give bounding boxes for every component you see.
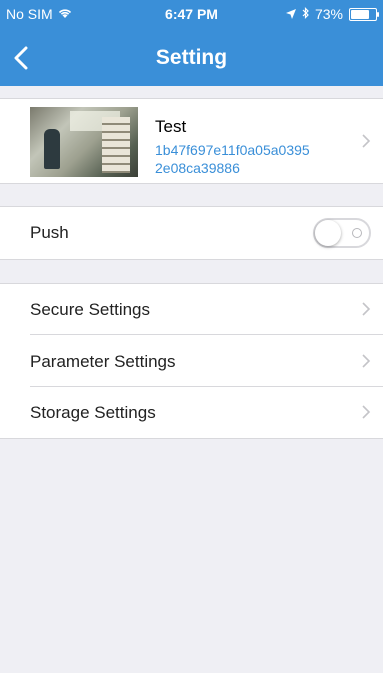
- toggle-off-icon: [352, 228, 362, 238]
- push-toggle[interactable]: [313, 218, 371, 248]
- push-row: Push: [0, 206, 383, 260]
- device-name: Test: [155, 117, 187, 136]
- chevron-right-icon: [361, 301, 371, 317]
- bluetooth-icon: [302, 6, 309, 22]
- settings-item-label: Secure Settings: [30, 300, 151, 319]
- chevron-right-icon: [361, 133, 371, 149]
- settings-item-secure[interactable]: Secure Settings: [0, 284, 383, 335]
- device-id-line2: 2e08ca39886: [155, 160, 240, 176]
- device-id-line1: 1b47f697e11f0a05a0395: [155, 142, 310, 158]
- battery-icon: [349, 7, 379, 21]
- settings-list: Secure Settings Parameter Settings Stora…: [0, 283, 383, 439]
- chevron-right-icon: [361, 353, 371, 369]
- divider: [30, 334, 383, 335]
- toggle-knob: [315, 220, 341, 246]
- push-label: Push: [30, 223, 69, 242]
- status-bar: No SIM 6:47 PM 73%: [0, 0, 383, 28]
- page-title: Setting: [155, 46, 228, 69]
- camera-thumbnail: [30, 107, 138, 177]
- chevron-right-icon: [361, 404, 371, 420]
- settings-item-label: Storage Settings: [30, 403, 156, 422]
- location-icon: [285, 6, 296, 22]
- device-id: 1b47f697e11f0a05a0395 2e08ca39886: [155, 141, 345, 177]
- settings-item-label: Parameter Settings: [30, 352, 176, 371]
- settings-item-parameter[interactable]: Parameter Settings: [0, 336, 383, 387]
- navigation-header: No SIM 6:47 PM 73% Setting: [0, 0, 383, 86]
- device-row[interactable]: Test 1b47f697e11f0a05a0395 2e08ca39886: [0, 98, 383, 184]
- settings-item-storage[interactable]: Storage Settings: [0, 387, 383, 438]
- battery-percent: 73%: [314, 6, 343, 22]
